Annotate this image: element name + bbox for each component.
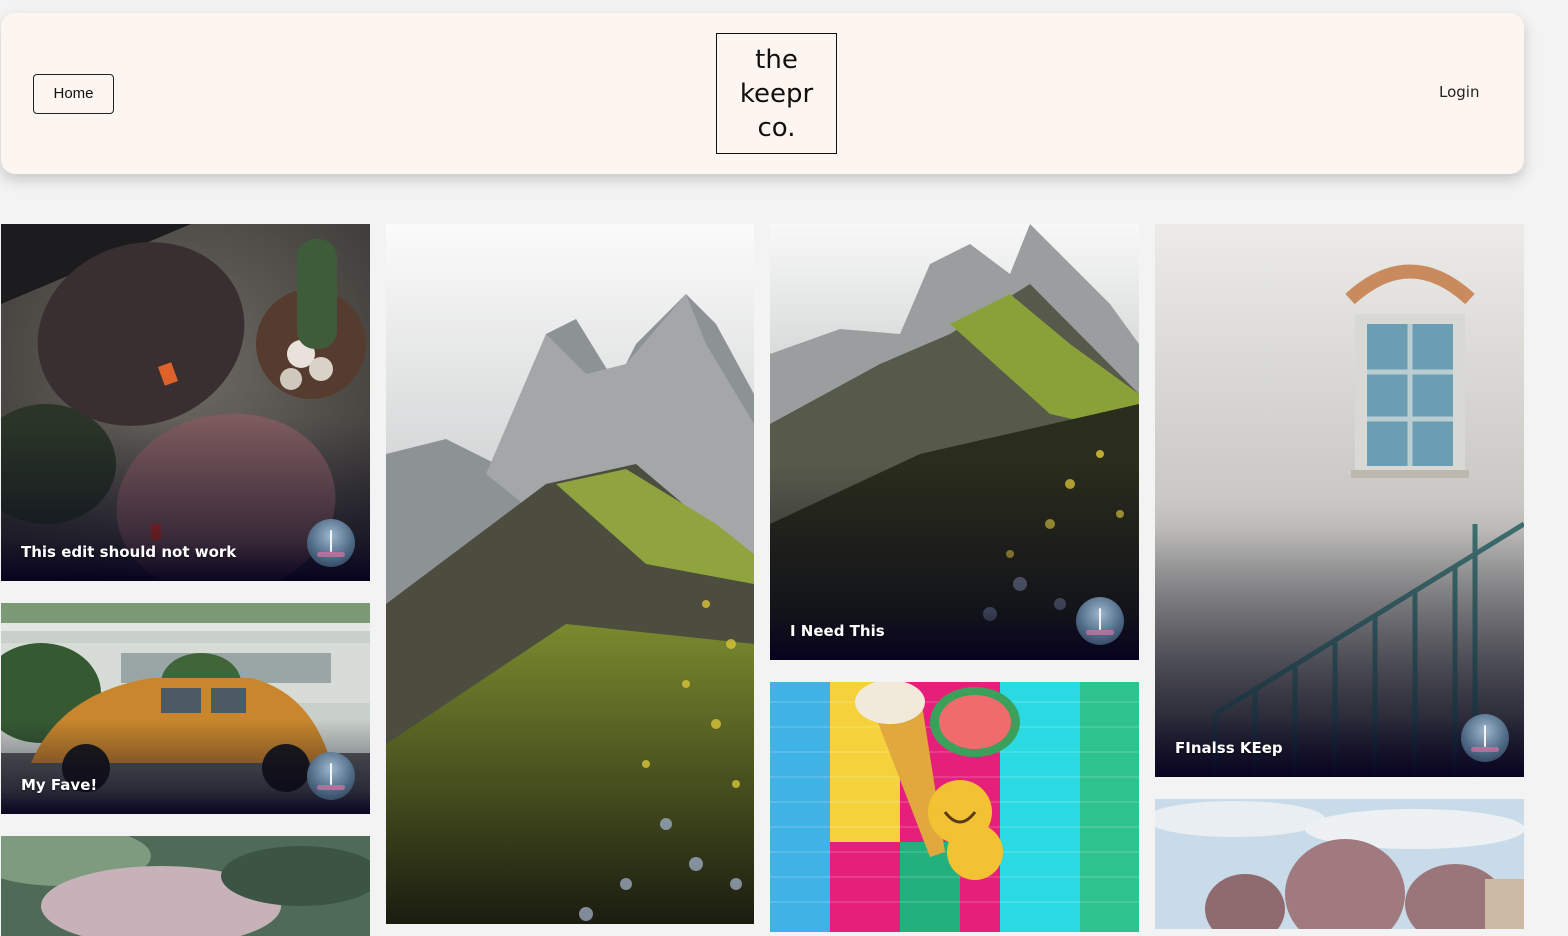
keep-image-willow-trees [1155, 799, 1524, 929]
logo[interactable]: the keepr co. [716, 33, 837, 154]
logo-line: the [755, 44, 798, 75]
keep-card[interactable] [1, 836, 370, 936]
keep-image-mountain-tall [386, 224, 754, 924]
keep-card[interactable]: FInalss KEep [1155, 224, 1524, 777]
keep-card[interactable]: This edit should not work [1, 224, 370, 581]
keep-card[interactable] [1155, 799, 1524, 929]
keep-title: I Need This [790, 622, 885, 640]
keep-title: This edit should not work [21, 543, 237, 561]
keep-card[interactable]: I Need This [770, 224, 1139, 660]
keep-card[interactable] [770, 682, 1139, 932]
keep-title: FInalss KEep [1175, 739, 1283, 757]
keep-card[interactable] [386, 224, 754, 924]
keep-card[interactable]: My Fave! [1, 603, 370, 814]
creator-avatar[interactable] [1076, 597, 1124, 645]
login-link[interactable]: Login [1439, 83, 1479, 101]
keep-title: My Fave! [21, 776, 98, 794]
creator-avatar[interactable] [1461, 714, 1509, 762]
keep-image-ice-cream-wall [770, 682, 1139, 932]
logo-line: co. [757, 112, 796, 143]
logo-line: keepr [739, 78, 814, 109]
navbar: Home the keepr co. Login [1, 13, 1524, 174]
creator-avatar[interactable] [307, 519, 355, 567]
creator-avatar[interactable] [307, 752, 355, 800]
keep-image-flower [1, 836, 370, 936]
home-button[interactable]: Home [33, 74, 114, 114]
